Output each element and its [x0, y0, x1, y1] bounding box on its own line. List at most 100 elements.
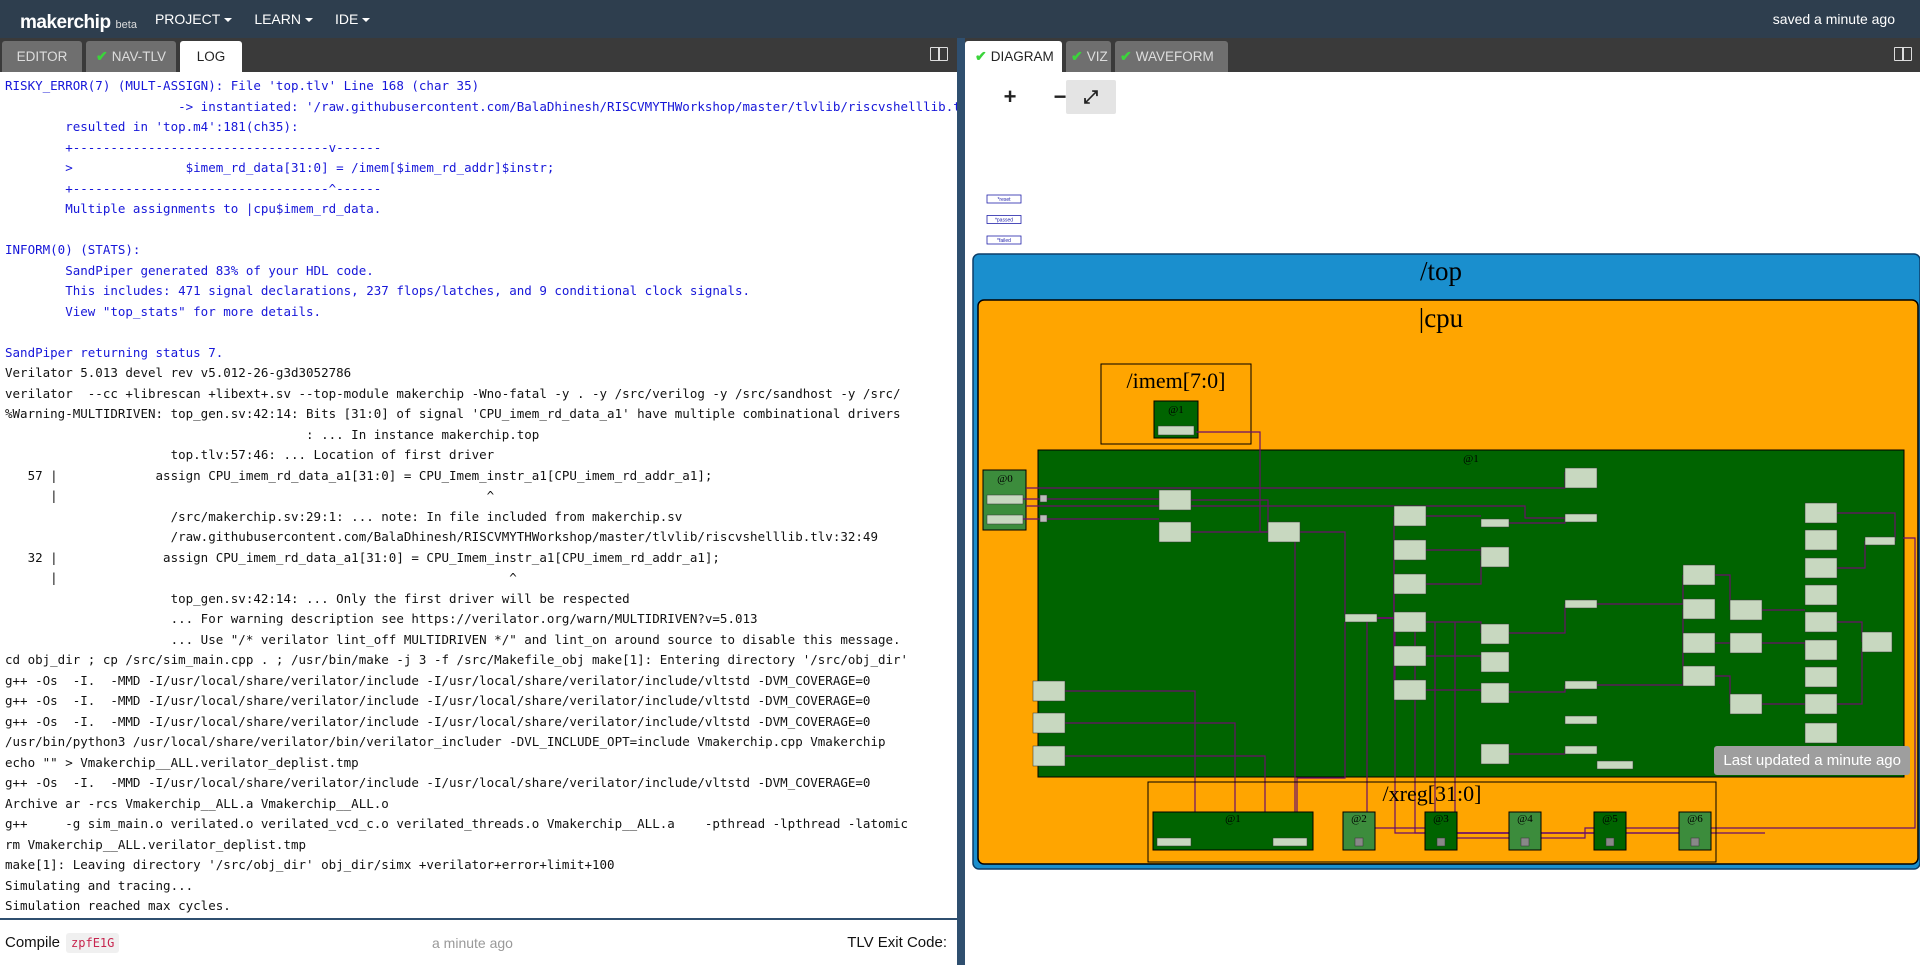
logic-node[interactable]	[1267, 521, 1301, 543]
log-line: SandPiper returning status 7.	[5, 344, 224, 360]
log-line: Simulation reached max cycles.	[5, 898, 231, 913]
logic-node[interactable]	[1729, 693, 1763, 715]
logic-node[interactable]	[1564, 680, 1598, 690]
logic-node[interactable]	[1804, 639, 1838, 661]
log-line: /raw.githubusercontent.com/BalaDhinesh/R…	[5, 529, 878, 544]
logic-node[interactable]	[1393, 505, 1427, 527]
logic-node[interactable]	[1480, 682, 1510, 704]
tab-diagram[interactable]: ✔ DIAGRAM	[965, 41, 1062, 72]
logic-node[interactable]	[1564, 715, 1598, 725]
makerchip-logo[interactable]: makerchip beta	[20, 4, 137, 34]
stage-1-label: @1	[1463, 453, 1479, 465]
log-output[interactable]: RISKY_ERROR(7) (MULT-ASSIGN): File 'top.…	[0, 72, 957, 918]
logic-node[interactable]	[1804, 557, 1838, 579]
logic-node[interactable]	[1804, 584, 1838, 606]
logic-node[interactable]	[1864, 536, 1896, 546]
logic-node[interactable]	[1804, 722, 1838, 744]
log-footer: Compile zpfE1G a minute ago TLV Exit Cod…	[0, 918, 957, 965]
logic-node[interactable]	[1729, 599, 1763, 621]
logic-node[interactable]	[1596, 760, 1634, 770]
logic-node[interactable]	[1804, 611, 1838, 633]
logic-node[interactable]	[1682, 665, 1716, 687]
chevron-down-icon	[224, 18, 233, 23]
log-line: Archive ar -rcs Vmakerchip__ALL.a Vmaker…	[5, 795, 389, 811]
log-line: rm Vmakerchip__ALL.verilator_deplist.tmp	[5, 836, 307, 852]
tab-editor-label: EDITOR	[16, 49, 68, 64]
log-line: make[1]: Leaving directory '/src/obj_dir…	[5, 857, 615, 872]
logic-node[interactable]	[1682, 598, 1716, 620]
pipeline-diagram[interactable]: *reset*passed*failed*cyc_cnt /top |cpu /…	[965, 128, 1920, 908]
logic-node[interactable]	[1393, 539, 1427, 561]
logic-node[interactable]	[1564, 745, 1598, 755]
signal-label: *failed	[997, 238, 1011, 244]
logic-node[interactable]	[1480, 546, 1510, 568]
logic-node[interactable]	[1564, 467, 1598, 489]
logic-node[interactable]	[1861, 631, 1893, 653]
tab-waveform[interactable]: ✔ WAVEFORM	[1115, 41, 1228, 72]
logic-node[interactable]	[1032, 745, 1066, 767]
xreg-signal	[1690, 837, 1700, 847]
menu-project[interactable]: PROJECT	[155, 11, 233, 27]
cpu-scope-label: |cpu	[1419, 303, 1464, 333]
log-line: | ^	[5, 488, 495, 503]
panel-toggle-icon[interactable]	[930, 47, 948, 61]
logic-node[interactable]	[1480, 651, 1510, 673]
tab-log[interactable]: LOG	[180, 41, 242, 72]
log-line: cd obj_dir ; cp /src/sim_main.cpp . ; /u…	[5, 652, 909, 667]
log-line: View "top_stats" for more details.	[5, 303, 322, 319]
logic-node[interactable]	[1729, 632, 1763, 654]
tab-nav-tlv[interactable]: ✔ NAV-TLV	[86, 41, 176, 72]
logic-node[interactable]	[1393, 679, 1427, 701]
logic-node[interactable]	[1804, 693, 1838, 715]
menu-learn[interactable]: LEARN	[254, 11, 313, 27]
imem-signal	[1157, 425, 1195, 436]
xreg-signal	[1520, 837, 1530, 847]
logic-node[interactable]	[1480, 743, 1510, 765]
logic-node[interactable]	[1564, 513, 1598, 523]
compile-id[interactable]: zpfE1G	[66, 932, 120, 953]
tab-waveform-label: WAVEFORM	[1135, 49, 1214, 64]
logic-node[interactable]	[1804, 529, 1838, 551]
fit-view-button[interactable]: ⤢	[1066, 80, 1116, 114]
logic-node[interactable]	[1344, 613, 1378, 623]
logic-node[interactable]	[1480, 623, 1510, 645]
logic-node[interactable]	[1480, 518, 1510, 528]
logic-node[interactable]	[1804, 666, 1838, 688]
log-line: | ^	[5, 570, 517, 585]
chevron-down-icon	[305, 18, 313, 23]
port-marker	[1039, 514, 1048, 523]
logic-node[interactable]	[1032, 680, 1066, 702]
panel-toggle-icon[interactable]	[1894, 47, 1912, 61]
logic-node[interactable]	[1804, 502, 1838, 524]
imem-stage-label: @1	[1168, 404, 1184, 416]
tab-editor[interactable]: EDITOR	[2, 41, 82, 72]
logic-node[interactable]	[1158, 489, 1192, 511]
log-line: Verilator 5.013 devel rev v5.012-26-g3d3…	[5, 365, 352, 380]
left-pane: EDITOR ✔ NAV-TLV LOG RISKY_ERROR(7) (MUL…	[0, 38, 957, 965]
pane-splitter[interactable]	[957, 38, 965, 965]
menu-ide[interactable]: IDE	[335, 11, 371, 27]
stage-0-label: @0	[997, 473, 1013, 485]
tab-diagram-label: DIAGRAM	[990, 49, 1054, 64]
top-scope-label: /top	[1420, 256, 1462, 286]
log-line: echo "" > Vmakerchip__ALL.verilator_depl…	[5, 754, 359, 770]
compile-time: a minute ago	[432, 934, 513, 951]
log-line: /src/makerchip.sv:29:1: ... note: In fil…	[5, 508, 683, 524]
chevron-down-icon	[362, 18, 371, 23]
logic-node[interactable]	[1393, 611, 1427, 633]
last-updated-badge: Last updated a minute ago	[1714, 746, 1910, 775]
tab-viz-label: VIZ	[1086, 49, 1108, 64]
zoom-in-button[interactable]: +	[985, 80, 1035, 114]
xreg-signal	[1354, 837, 1364, 847]
logic-node[interactable]	[1564, 599, 1598, 609]
logic-node[interactable]	[1393, 645, 1427, 667]
log-line: -> instantiated: '/raw.githubusercontent…	[5, 98, 957, 114]
logic-node[interactable]	[1032, 712, 1066, 734]
logic-node[interactable]	[1682, 632, 1716, 654]
right-tab-bar: ✔ DIAGRAM ✔ VIZ ✔ WAVEFORM	[965, 38, 1920, 72]
tab-viz[interactable]: ✔ VIZ	[1066, 41, 1111, 72]
logic-node[interactable]	[1158, 521, 1192, 543]
logic-node[interactable]	[1393, 573, 1427, 595]
logic-node[interactable]	[1682, 564, 1716, 586]
log-line: g++ -Os -I. -MMD -I/usr/local/share/veri…	[5, 693, 871, 708]
